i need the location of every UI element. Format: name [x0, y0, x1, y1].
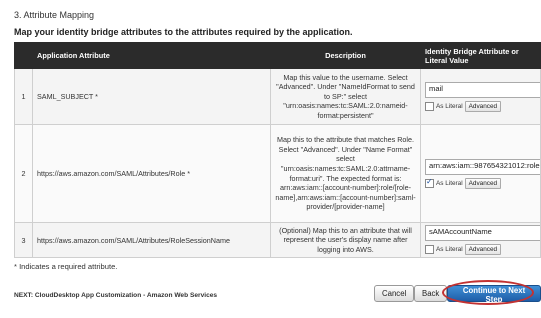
section-subtitle: Map your identity bridge attributes to t…: [14, 27, 353, 37]
column-header-number: [14, 42, 33, 69]
table-row: 1 SAML_SUBJECT * Map this value to the u…: [14, 68, 541, 125]
attribute-description: Map this to the attribute that matches R…: [270, 124, 421, 223]
as-literal-checkbox[interactable]: [425, 101, 434, 111]
row-number: 2: [14, 124, 33, 223]
advanced-button[interactable]: Advanced: [464, 244, 502, 255]
table-header-row: Application Attribute Description Identi…: [14, 42, 541, 69]
literal-controls: As Literal Advanced: [425, 177, 536, 189]
column-header-application-attribute: Application Attribute: [32, 42, 271, 69]
required-attribute-note: * Indicates a required attribute.: [14, 262, 118, 271]
continue-to-next-step-button[interactable]: Continue to Next Step: [447, 285, 541, 304]
as-literal-checkbox[interactable]: [425, 245, 434, 254]
row-number: 3: [14, 222, 33, 258]
column-header-description: Description: [270, 42, 421, 69]
row-number: 1: [14, 68, 33, 125]
identity-bridge-cell: arn:aws:iam::987654321012:role As Litera…: [420, 124, 541, 223]
section-title: 3. Attribute Mapping: [14, 10, 95, 20]
as-literal-label: As Literal: [436, 246, 463, 253]
attribute-mapping-table: Application Attribute Description Identi…: [14, 42, 541, 258]
advanced-button[interactable]: Advanced: [464, 177, 502, 189]
identity-bridge-cell: sAMAccountName As Literal Advanced: [420, 222, 541, 258]
back-button[interactable]: Back: [414, 285, 448, 302]
cancel-button[interactable]: Cancel: [374, 285, 415, 302]
literal-controls: As Literal Advanced: [425, 244, 536, 255]
literal-controls: As Literal Advanced: [425, 100, 536, 112]
application-attribute: https://aws.amazon.com/SAML/Attributes/R…: [32, 222, 271, 258]
table-row: 3 https://aws.amazon.com/SAML/Attributes…: [14, 222, 541, 258]
attribute-description: Map this value to the username. Select "…: [270, 68, 421, 125]
as-literal-label: As Literal: [436, 102, 463, 110]
attribute-description: (Optional) Map this to an attribute that…: [270, 222, 421, 258]
identity-bridge-cell: mail As Literal Advanced: [420, 68, 541, 125]
as-literal-checkbox[interactable]: [425, 177, 434, 188]
column-header-identity-bridge-attribute: Identity Bridge Attribute or Literal Val…: [420, 42, 541, 69]
advanced-button[interactable]: Advanced: [464, 100, 502, 112]
identity-bridge-attribute-input[interactable]: mail: [425, 81, 541, 98]
identity-bridge-attribute-input[interactable]: arn:aws:iam::987654321012:role: [425, 158, 541, 175]
identity-bridge-attribute-input[interactable]: sAMAccountName: [425, 225, 541, 241]
next-step-label: NEXT: CloudDesktop App Customization - A…: [14, 292, 218, 299]
as-literal-label: As Literal: [436, 179, 463, 187]
application-attribute: https://aws.amazon.com/SAML/Attributes/R…: [32, 124, 271, 223]
application-attribute: SAML_SUBJECT *: [32, 68, 271, 125]
table-row: 2 https://aws.amazon.com/SAML/Attributes…: [14, 124, 541, 223]
